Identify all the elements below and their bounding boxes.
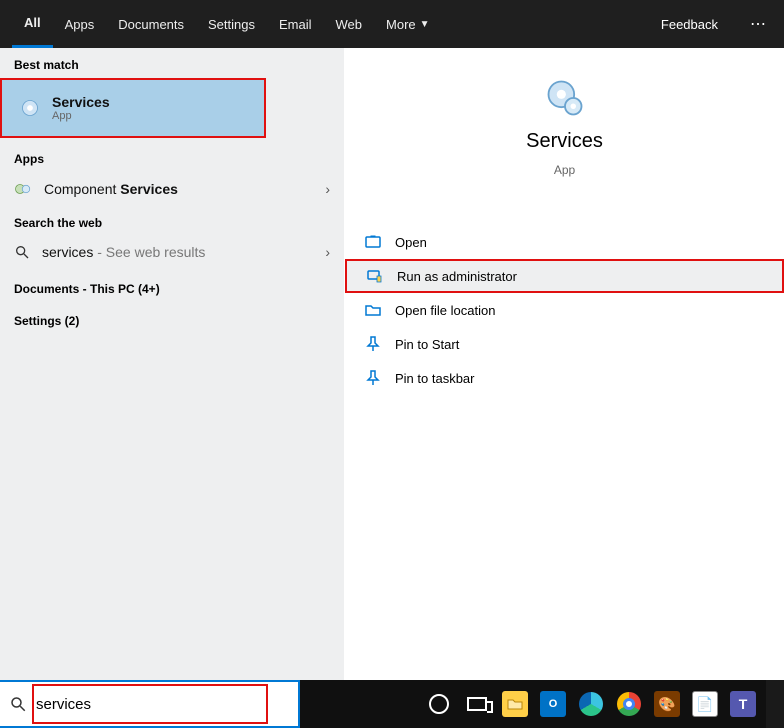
taskbar-app-file-explorer[interactable]: [496, 680, 534, 728]
apps-header: Apps: [0, 142, 344, 172]
taskbar-app-chrome[interactable]: [610, 680, 648, 728]
action-pin-taskbar-label: Pin to taskbar: [395, 371, 475, 386]
services-gear-icon-large: [543, 76, 587, 120]
taskbar: O 🎨 📄 T: [0, 680, 784, 728]
taskbar-app-icons: O 🎨 📄 T: [420, 680, 766, 728]
preview-header: Services App: [345, 76, 784, 205]
action-open[interactable]: Open: [345, 225, 784, 259]
settings-header[interactable]: Settings (2): [0, 302, 344, 334]
action-pin-to-taskbar[interactable]: Pin to taskbar: [345, 361, 784, 395]
open-icon: [365, 234, 381, 250]
taskbar-search-input[interactable]: [36, 682, 298, 726]
action-open-label: Open: [395, 235, 427, 250]
preview-pane: Services App Open Run as administrator O…: [345, 48, 784, 680]
apps-result-label: Component Services: [44, 181, 178, 197]
apps-result-prefix: Component: [44, 181, 120, 197]
tab-more[interactable]: More ▼: [374, 0, 442, 48]
tab-web[interactable]: Web: [324, 0, 375, 48]
component-services-icon: [14, 180, 32, 198]
web-result-label: services - See web results: [42, 244, 205, 260]
folder-icon: [365, 302, 381, 318]
apps-result-bold: Services: [120, 181, 178, 197]
best-match-title: Services: [52, 94, 110, 110]
search-web-header: Search the web: [0, 206, 344, 236]
taskbar-tray-edge[interactable]: [766, 680, 784, 728]
taskbar-app-outlook[interactable]: O: [534, 680, 572, 728]
tab-more-label: More: [386, 17, 416, 32]
action-open-file-location[interactable]: Open file location: [345, 293, 784, 327]
preview-subtitle: App: [554, 163, 575, 177]
search-filter-tabs: All Apps Documents Settings Email Web Mo…: [0, 0, 784, 48]
best-match-subtitle: App: [52, 110, 110, 122]
feedback-link[interactable]: Feedback: [645, 0, 734, 48]
preview-actions: Open Run as administrator Open file loca…: [345, 225, 784, 395]
search-icon: [0, 695, 36, 713]
tab-apps[interactable]: Apps: [53, 0, 107, 48]
best-match-text: Services App: [52, 94, 110, 122]
search-results-area: Best match Services App Apps Component S…: [0, 48, 784, 680]
action-open-location-label: Open file location: [395, 303, 495, 318]
action-run-admin-label: Run as administrator: [397, 269, 517, 284]
action-pin-start-label: Pin to Start: [395, 337, 459, 352]
results-left-pane: Best match Services App Apps Component S…: [0, 48, 345, 680]
action-run-as-administrator[interactable]: Run as administrator: [345, 259, 784, 293]
taskbar-app-teams[interactable]: T: [724, 680, 762, 728]
chevron-right-icon: ›: [325, 181, 330, 197]
preview-title: Services: [526, 130, 603, 153]
web-result-term: services: [42, 244, 93, 260]
taskbar-search-box[interactable]: [0, 680, 300, 728]
tab-settings[interactable]: Settings: [196, 0, 267, 48]
best-match-header: Best match: [0, 48, 344, 78]
chevron-right-icon: ›: [325, 244, 330, 260]
pin-icon: [365, 370, 381, 386]
documents-header[interactable]: Documents - This PC (4+): [0, 268, 344, 302]
taskbar-app-paint[interactable]: 🎨: [648, 680, 686, 728]
search-icon: [14, 244, 30, 260]
taskbar-app-document[interactable]: 📄: [686, 680, 724, 728]
overflow-menu-button[interactable]: ⋯: [734, 0, 784, 48]
chevron-down-icon: ▼: [420, 19, 430, 30]
tab-all[interactable]: All: [12, 0, 53, 48]
task-view-button[interactable]: [458, 680, 496, 728]
action-pin-to-start[interactable]: Pin to Start: [345, 327, 784, 361]
apps-result-component-services[interactable]: Component Services ›: [0, 172, 344, 206]
admin-shield-icon: [367, 268, 383, 284]
pin-icon: [365, 336, 381, 352]
web-result-services[interactable]: services - See web results ›: [0, 236, 344, 268]
tab-email[interactable]: Email: [267, 0, 324, 48]
services-gear-icon: [20, 98, 40, 118]
tab-documents[interactable]: Documents: [106, 0, 196, 48]
best-match-result[interactable]: Services App: [0, 78, 266, 138]
cortana-button[interactable]: [420, 680, 458, 728]
web-result-suffix: - See web results: [93, 244, 205, 260]
taskbar-app-edge[interactable]: [572, 680, 610, 728]
